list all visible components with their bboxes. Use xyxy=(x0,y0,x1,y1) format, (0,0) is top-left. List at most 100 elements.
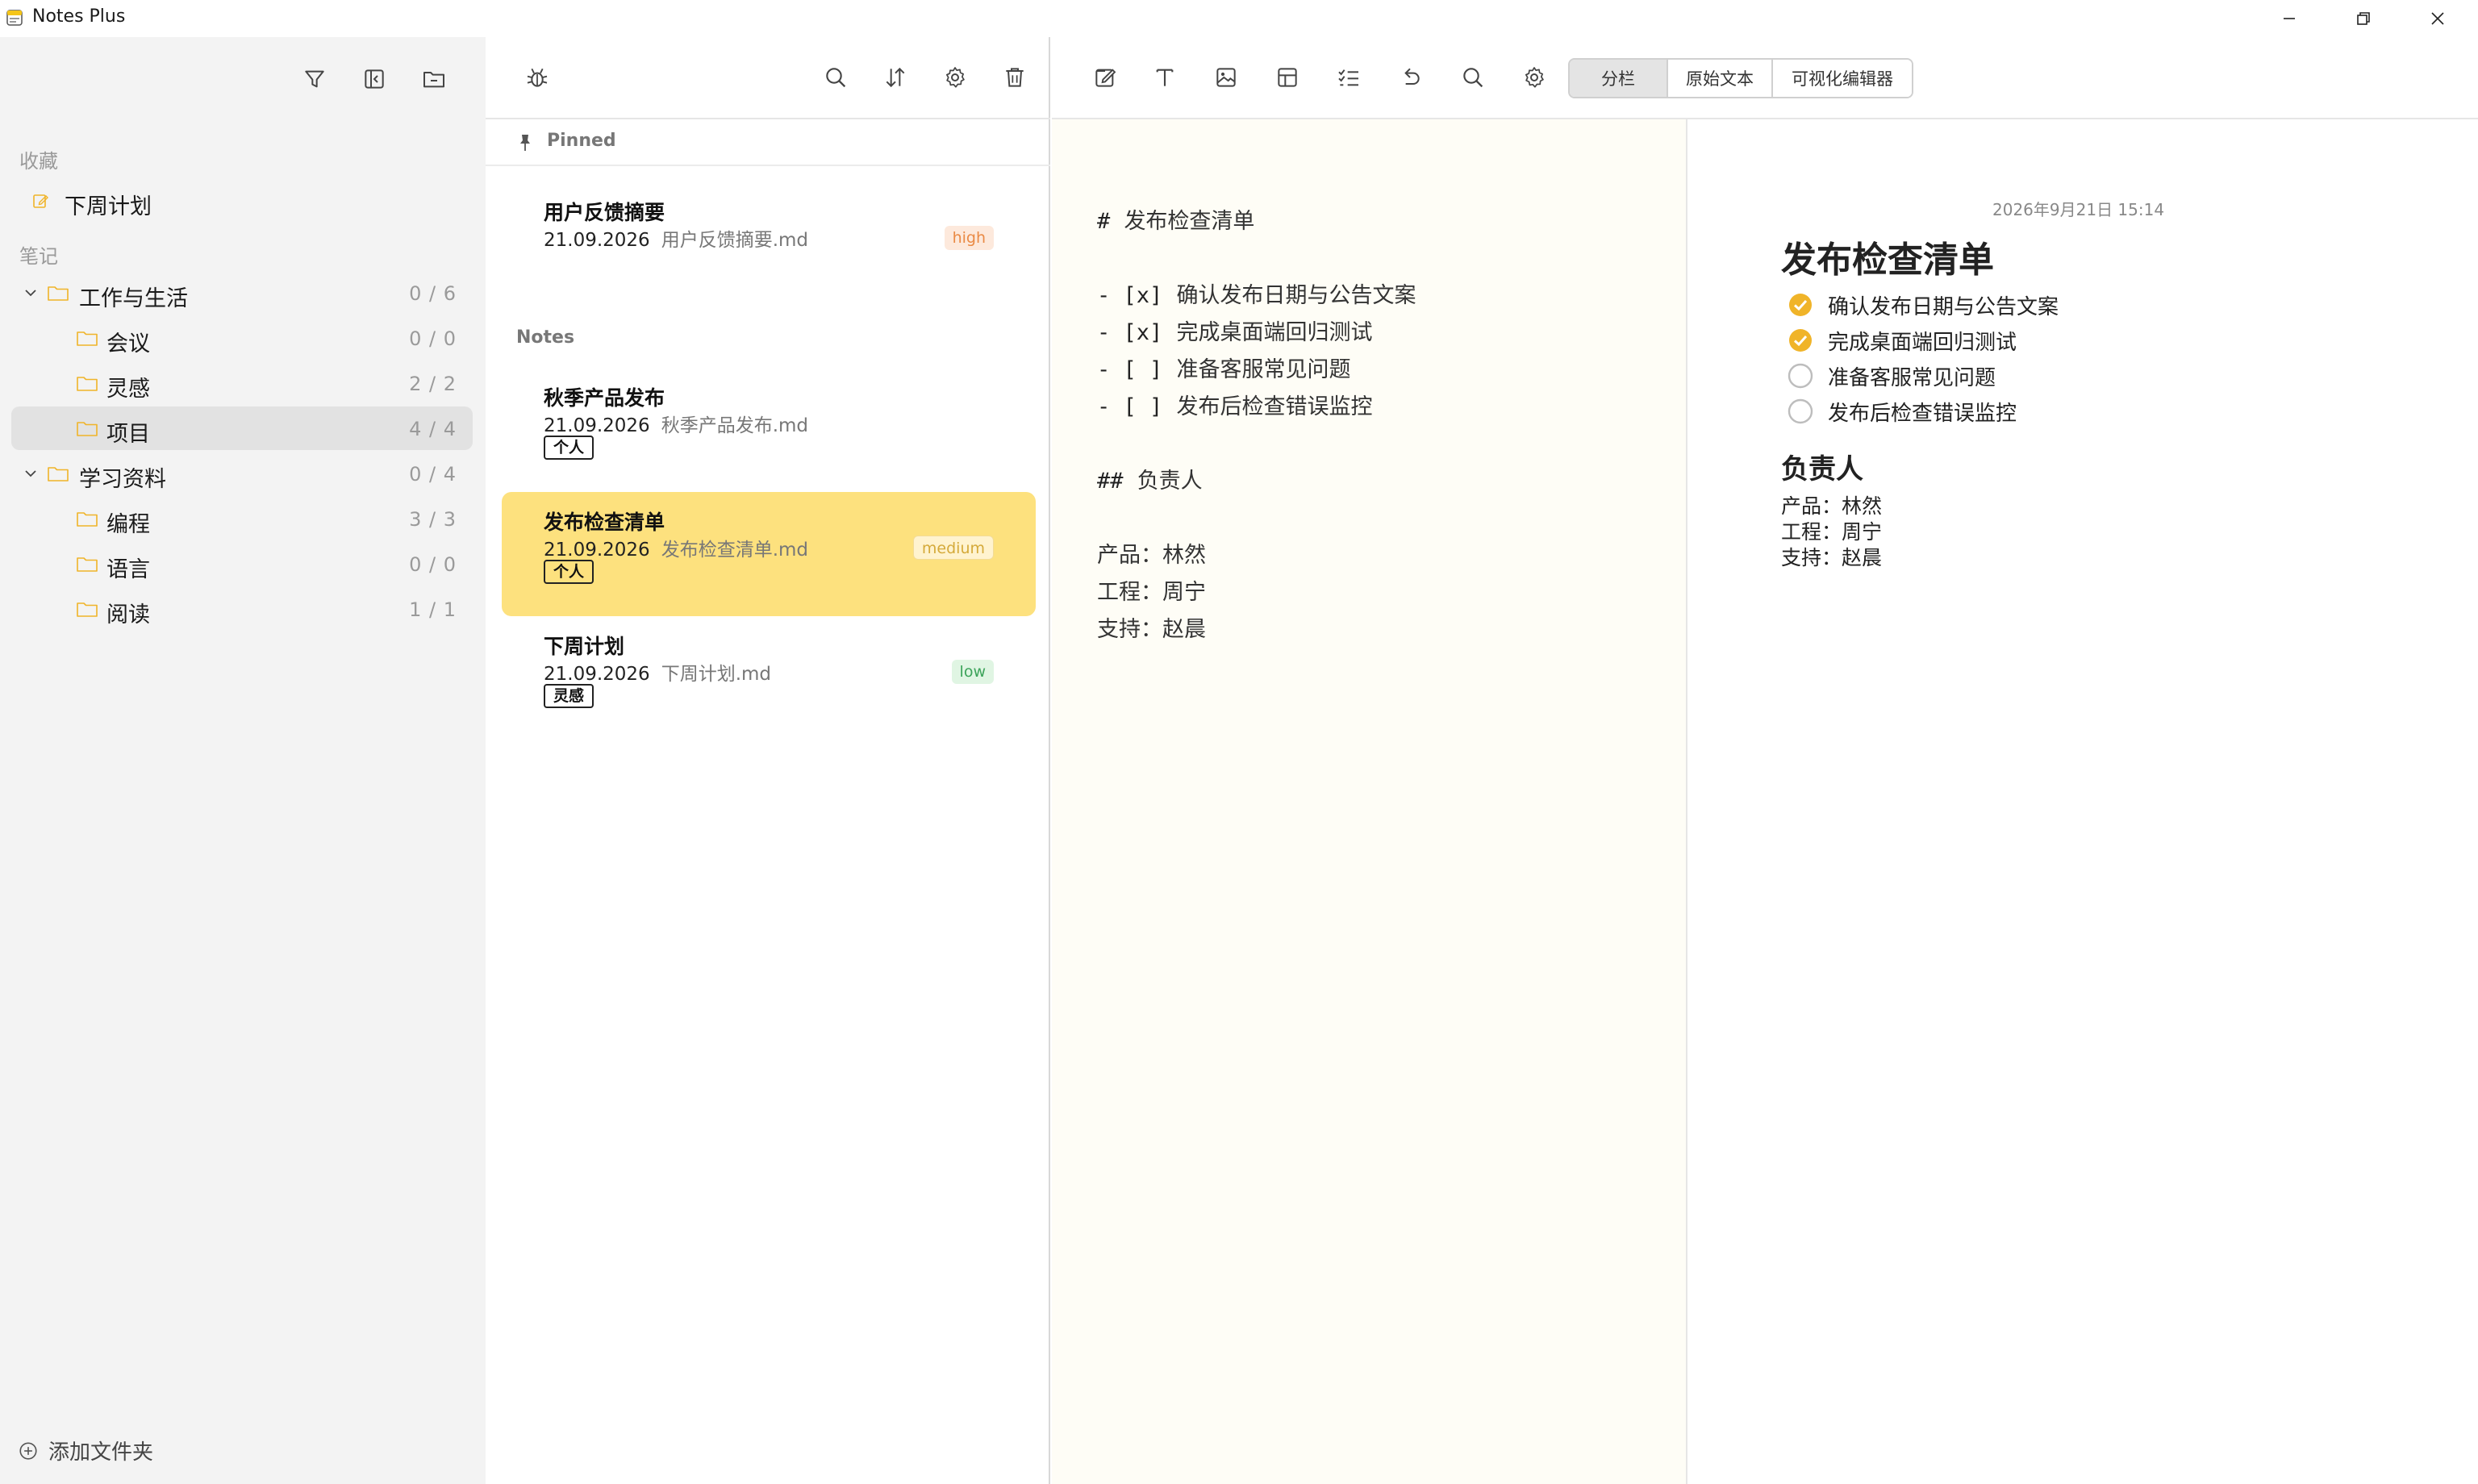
sidebar-collapse-icon xyxy=(365,69,384,89)
tree-item-count: 2 / 2 xyxy=(409,373,457,395)
raw-task-line: - [ ] 发布后检查错误监控 xyxy=(1097,389,1372,420)
note-meta: 21.09.2026 用户反馈摘要.md xyxy=(544,224,808,252)
collapse-sidebar-button[interactable] xyxy=(358,63,390,95)
favorite-item-next-week-plan[interactable]: 下周计划 xyxy=(11,179,473,223)
raw-task-marker: - [x] xyxy=(1097,283,1163,308)
close-button[interactable] xyxy=(2401,0,2475,37)
tree-item-study-materials[interactable]: 学习资料 0 / 4 xyxy=(11,452,473,495)
raw-h2-line: ## 负责人 xyxy=(1097,463,1203,494)
add-folder-button[interactable]: 添加文件夹 xyxy=(18,1436,153,1465)
undo-button[interactable] xyxy=(1394,61,1426,94)
mode-visual-button[interactable]: 可视化编辑器 xyxy=(1773,60,1912,97)
filter-button[interactable] xyxy=(298,63,331,95)
notes-settings-button[interactable] xyxy=(939,61,971,94)
sort-button[interactable] xyxy=(879,61,912,94)
preview-task-item: 完成桌面端回归测试 xyxy=(1788,324,2017,356)
notes-list-panel: Pinned 用户反馈摘要 21.09.2026 用户反馈摘要.md high N… xyxy=(486,37,1050,1484)
note-timestamp: 2026年9月21日 15:14 xyxy=(1992,200,2165,219)
table-icon xyxy=(1278,68,1297,87)
note-date: 21.09.2026 xyxy=(544,230,650,251)
tree-item-projects[interactable]: 项目 4 / 4 xyxy=(11,406,473,450)
priority-badge: high xyxy=(944,226,994,250)
tree-item-count: 4 / 4 xyxy=(409,418,457,440)
note-card-user-feedback[interactable]: 用户反馈摘要 21.09.2026 用户反馈摘要.md high xyxy=(502,182,1036,306)
preview-subheading: 负责人 xyxy=(1781,453,1863,486)
tree-item-label: 工作与生活 xyxy=(79,286,188,311)
restore-button[interactable] xyxy=(2326,0,2401,37)
folder-icon xyxy=(77,331,98,346)
add-folder-label: 添加文件夹 xyxy=(48,1440,154,1465)
note-tag[interactable]: 灵感 xyxy=(544,684,594,708)
folder-icon xyxy=(77,602,98,617)
insert-image-button[interactable] xyxy=(1210,61,1242,94)
checked-circle-icon[interactable] xyxy=(1788,327,1813,353)
tree-item-inspiration[interactable]: 灵感 2 / 2 xyxy=(11,361,473,405)
tree-item-languages[interactable]: 语言 0 / 0 xyxy=(11,542,473,586)
folder-icon xyxy=(48,467,69,481)
note-card-autumn-launch[interactable]: 秋季产品发布 21.09.2026 秋季产品发布.md 个人 xyxy=(502,368,1036,492)
checked-circle-icon[interactable] xyxy=(1788,292,1813,318)
filter-icon xyxy=(305,70,324,88)
notes-toolbar xyxy=(486,37,1050,119)
raw-task-text: 完成桌面端回归测试 xyxy=(1176,320,1373,345)
tree-item-count: 0 / 4 xyxy=(409,463,457,486)
preview-text-line: 工程：周宁 xyxy=(1781,520,1883,544)
close-icon xyxy=(2431,12,2444,25)
note-card-release-checklist[interactable]: 发布检查清单 21.09.2026 发布检查清单.md 个人 medium xyxy=(502,492,1036,616)
minimize-button[interactable] xyxy=(2252,0,2326,37)
tree-item-meetings[interactable]: 会议 0 / 0 xyxy=(11,316,473,360)
unchecked-circle-icon[interactable] xyxy=(1788,363,1813,389)
notes-section-label: Notes xyxy=(516,327,575,348)
preview-task-text: 发布后检查错误监控 xyxy=(1828,401,2017,426)
image-icon xyxy=(1216,68,1236,87)
editor-settings-button[interactable] xyxy=(1518,61,1550,94)
edit-icon xyxy=(1095,69,1116,87)
note-tag[interactable]: 个人 xyxy=(544,560,594,584)
preview-heading: 发布检查清单 xyxy=(1781,240,1994,281)
edit-button[interactable] xyxy=(1089,61,1121,94)
tree-item-label: 语言 xyxy=(106,557,150,582)
debug-button[interactable] xyxy=(521,61,553,94)
favorite-item-label: 下周计划 xyxy=(65,194,152,219)
tree-item-reading[interactable]: 阅读 1 / 1 xyxy=(11,587,473,631)
text-format-button[interactable] xyxy=(1149,61,1181,94)
tree-item-programming[interactable]: 编程 3 / 3 xyxy=(11,497,473,540)
tree-item-work-life[interactable]: 工作与生活 0 / 6 xyxy=(11,271,473,315)
preview-task-item: 准备客服常见问题 xyxy=(1788,360,1996,392)
raw-h1-text: 发布检查清单 xyxy=(1124,209,1255,234)
tree-item-label: 学习资料 xyxy=(79,467,166,492)
delete-note-button[interactable] xyxy=(999,61,1031,94)
preview-task-text: 完成桌面端回归测试 xyxy=(1828,330,2017,355)
mode-split-button[interactable]: 分栏 xyxy=(1570,60,1668,97)
note-meta: 21.09.2026 秋季产品发布.md xyxy=(544,410,808,437)
new-folder-button[interactable] xyxy=(418,63,450,95)
note-date: 21.09.2026 xyxy=(544,415,650,436)
window-title: Notes Plus xyxy=(32,6,126,27)
note-card-next-week-plan[interactable]: 下周计划 21.09.2026 下周计划.md 灵感 low xyxy=(502,616,1036,740)
chevron-down-icon[interactable] xyxy=(21,464,40,483)
preview-task-text: 准备客服常见问题 xyxy=(1828,365,1996,390)
unchecked-circle-icon[interactable] xyxy=(1788,398,1813,424)
raw-h2-text: 负责人 xyxy=(1137,469,1203,494)
note-edit-icon xyxy=(33,194,48,208)
raw-task-marker: - [ ] xyxy=(1097,357,1163,382)
search-notes-button[interactable] xyxy=(820,61,852,94)
raw-markdown-editor[interactable]: # 发布检查清单 - [x] 确认发布日期与公告文案 - [x] 完成桌面端回归… xyxy=(1052,119,1687,1484)
chevron-down-icon[interactable] xyxy=(21,283,40,302)
note-tag[interactable]: 个人 xyxy=(544,436,594,460)
raw-task-line: - [x] 完成桌面端回归测试 xyxy=(1097,315,1372,346)
find-in-note-button[interactable] xyxy=(1457,61,1489,94)
insert-checklist-button[interactable] xyxy=(1333,61,1365,94)
raw-h2-marker: ## xyxy=(1097,469,1124,494)
mode-raw-button[interactable]: 原始文本 xyxy=(1668,60,1773,97)
insert-table-button[interactable] xyxy=(1271,61,1304,94)
priority-badge: low xyxy=(951,660,994,684)
search-icon xyxy=(1463,68,1483,88)
note-filename: 秋季产品发布.md xyxy=(661,415,809,436)
view-mode-switch: 分栏 原始文本 可视化编辑器 xyxy=(1568,58,1913,98)
preview-task-text: 确认发布日期与公告文案 xyxy=(1828,294,2059,319)
note-filename: 用户反馈摘要.md xyxy=(661,230,809,251)
raw-h1-line: # 发布检查清单 xyxy=(1097,203,1254,235)
preview-text-line: 支持：赵晨 xyxy=(1781,546,1883,569)
raw-task-line: - [x] 确认发布日期与公告文案 xyxy=(1097,277,1416,309)
